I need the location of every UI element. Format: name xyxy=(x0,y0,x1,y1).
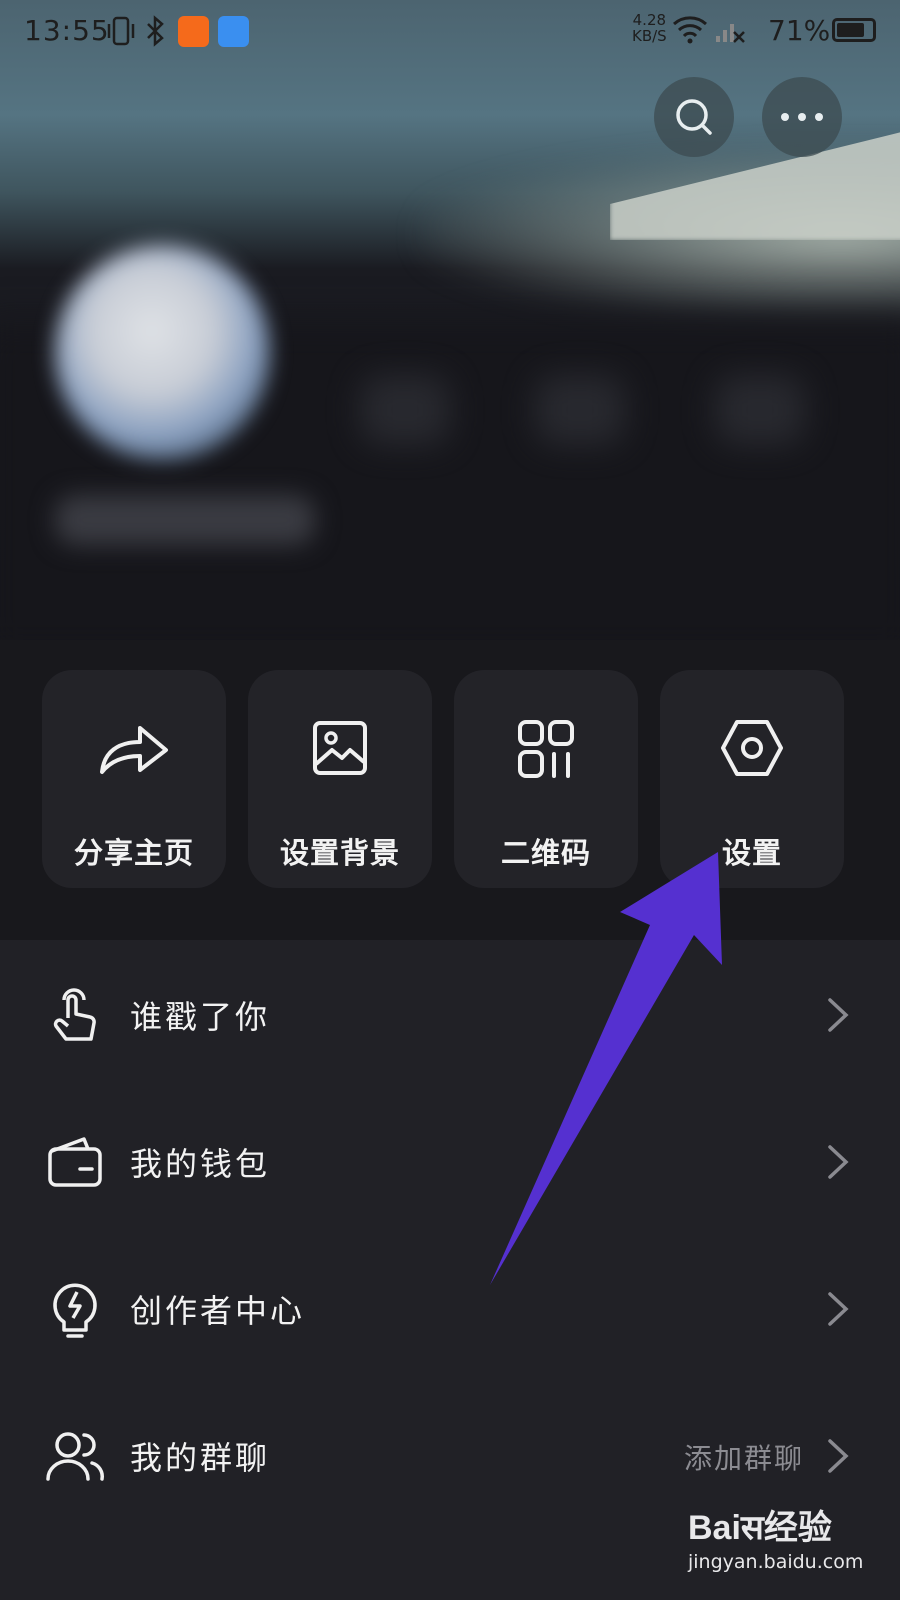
add-group-chat-link[interactable]: 添加群聊 xyxy=(684,1437,804,1477)
group-icon xyxy=(44,1425,106,1487)
network-speed: 4.28 KB/S xyxy=(632,11,667,45)
app-notification-icon xyxy=(178,16,209,47)
settings-icon xyxy=(660,718,844,778)
image-icon xyxy=(248,718,432,778)
settings-button[interactable]: 设置 xyxy=(660,670,844,888)
share-homepage-button[interactable]: 分享主页 xyxy=(42,670,226,888)
qr-code-button[interactable]: 二维码 xyxy=(454,670,638,888)
wifi-icon xyxy=(672,14,708,51)
vibrate-icon xyxy=(106,14,136,55)
stat-followers[interactable] xyxy=(535,375,625,445)
share-icon xyxy=(42,718,226,778)
cellular-signal-icon xyxy=(714,14,746,51)
baidu-jingyan-watermark: Baiस经验 jingyan.baidu.com xyxy=(688,1500,863,1573)
avatar[interactable] xyxy=(55,245,270,460)
bluetooth-icon xyxy=(144,14,166,55)
set-background-button[interactable]: 设置背景 xyxy=(248,670,432,888)
stat-likes[interactable] xyxy=(715,375,805,445)
battery-percent: 71% xyxy=(768,14,831,47)
more-button[interactable] xyxy=(762,77,842,157)
username xyxy=(55,495,315,545)
more-icon xyxy=(781,113,823,121)
wallet-icon xyxy=(44,1131,106,1193)
status-time: 13:55 xyxy=(24,14,110,47)
lightbulb-icon xyxy=(44,1278,106,1340)
chevron-right-icon xyxy=(826,1290,850,1328)
search-button[interactable] xyxy=(654,77,734,157)
tap-hand-icon xyxy=(44,984,106,1046)
quick-actions: 分享主页 设置背景 二维码 设置 xyxy=(0,640,900,940)
chevron-right-icon xyxy=(826,1143,850,1181)
profile-header xyxy=(0,0,900,640)
watermark-logo: Baiस经验 xyxy=(688,1509,832,1547)
menu-item-creator-center[interactable]: 创作者中心 xyxy=(0,1234,900,1384)
menu-item-my-wallet[interactable]: 我的钱包 xyxy=(0,1087,900,1237)
battery-icon xyxy=(832,18,876,42)
menu-item-who-poked-you[interactable]: 谁戳了你 xyxy=(0,940,900,1090)
status-bar: 13:55 4.28 KB/S 71% xyxy=(0,0,900,64)
chevron-right-icon xyxy=(826,996,850,1034)
chevron-right-icon xyxy=(826,1437,850,1475)
search-icon xyxy=(676,99,712,135)
stat-following[interactable] xyxy=(360,375,450,445)
watermark-url: jingyan.baidu.com xyxy=(688,1551,864,1573)
cloud-notification-icon xyxy=(218,16,249,47)
qr-code-icon xyxy=(454,718,638,778)
